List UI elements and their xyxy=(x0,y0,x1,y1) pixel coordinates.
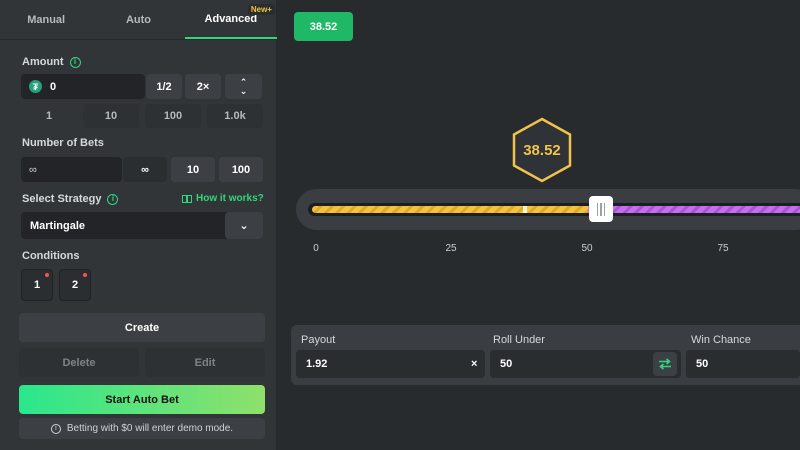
hex-result-value: 38.52 xyxy=(523,141,561,159)
condition-1-button[interactable]: 1 xyxy=(21,269,53,301)
tick-label: 0 xyxy=(313,243,319,254)
tick-label: 25 xyxy=(445,243,457,254)
bets-10-button[interactable]: 10 xyxy=(171,157,215,182)
preset-1-button[interactable]: 1 xyxy=(21,104,77,128)
conditions-label: Conditions xyxy=(22,250,80,262)
bets-label: Number of Bets xyxy=(22,137,104,149)
last-result-chip[interactable]: 38.52 xyxy=(294,12,353,41)
start-auto-bet-button[interactable]: Start Auto Bet xyxy=(19,385,265,414)
info-icon[interactable]: i xyxy=(107,193,119,205)
bet-panel: Manual Auto Advanced New+ Amount i ₮ 0 1… xyxy=(0,0,277,450)
tick-label: 50 xyxy=(581,243,593,254)
bets-100-button[interactable]: 100 xyxy=(219,157,263,182)
win-chance-input[interactable]: 50 xyxy=(686,350,800,378)
swap-arrows-icon xyxy=(659,358,671,370)
result-marker xyxy=(523,206,528,213)
amount-label: Amount i xyxy=(22,56,81,68)
create-button[interactable]: Create xyxy=(19,313,265,342)
amount-input[interactable]: ₮ 0 xyxy=(21,74,145,99)
new-badge: New+ xyxy=(247,4,275,15)
chevron-down-icon[interactable]: ⌄ xyxy=(225,212,263,239)
roll-under-label: Roll Under xyxy=(493,334,545,346)
preset-1k-button[interactable]: 1.0k xyxy=(207,104,263,128)
roll-slider-handle[interactable] xyxy=(589,196,613,222)
how-it-works-link[interactable]: How it works? xyxy=(182,193,264,204)
info-icon[interactable]: i xyxy=(69,56,81,68)
tab-manual[interactable]: Manual xyxy=(0,0,92,39)
tab-advanced[interactable]: Advanced New+ xyxy=(184,0,277,39)
tether-coin-icon: ₮ xyxy=(29,80,42,93)
book-icon xyxy=(182,194,192,203)
swap-direction-button[interactable] xyxy=(653,352,677,376)
multiplier-suffix: × xyxy=(471,358,478,370)
alert-dot xyxy=(83,273,87,277)
tick-label: 75 xyxy=(717,243,729,254)
double-amount-button[interactable]: 2× xyxy=(185,74,221,99)
amount-value: 0 xyxy=(50,80,57,93)
roll-slider-bar[interactable] xyxy=(308,203,800,216)
chevron-down-icon[interactable]: ⌄ xyxy=(240,86,248,96)
win-chance-label: Win Chance xyxy=(691,334,751,346)
bets-input[interactable]: ∞ xyxy=(21,157,122,182)
preset-10-button[interactable]: 10 xyxy=(83,104,139,128)
strategy-select[interactable]: Martingale ⌄ xyxy=(21,212,263,239)
preset-100-button[interactable]: 100 xyxy=(145,104,201,128)
result-hexagon: 38.52 xyxy=(511,117,573,183)
half-amount-button[interactable]: 1/2 xyxy=(146,74,182,99)
mode-tabs: Manual Auto Advanced New+ xyxy=(0,0,277,40)
condition-2-button[interactable]: 2 xyxy=(59,269,91,301)
demo-mode-note: i Betting with $0 will enter demo mode. xyxy=(19,418,265,439)
bets-infinite-button[interactable]: ∞ xyxy=(123,157,167,182)
delete-button[interactable]: Delete xyxy=(19,348,139,377)
strategy-selected-value: Martingale xyxy=(30,219,86,232)
tab-auto[interactable]: Auto xyxy=(92,0,184,39)
payout-input[interactable]: 1.92 xyxy=(296,350,485,378)
edit-button[interactable]: Edit xyxy=(145,348,265,377)
amount-stepper[interactable]: ⌃ ⌄ xyxy=(225,74,262,99)
win-zone xyxy=(587,206,800,213)
info-icon: i xyxy=(50,423,61,434)
strategy-label: Select Strategy i xyxy=(22,193,119,205)
lose-zone xyxy=(312,206,588,213)
alert-dot xyxy=(45,273,49,277)
payout-label: Payout xyxy=(301,334,336,346)
